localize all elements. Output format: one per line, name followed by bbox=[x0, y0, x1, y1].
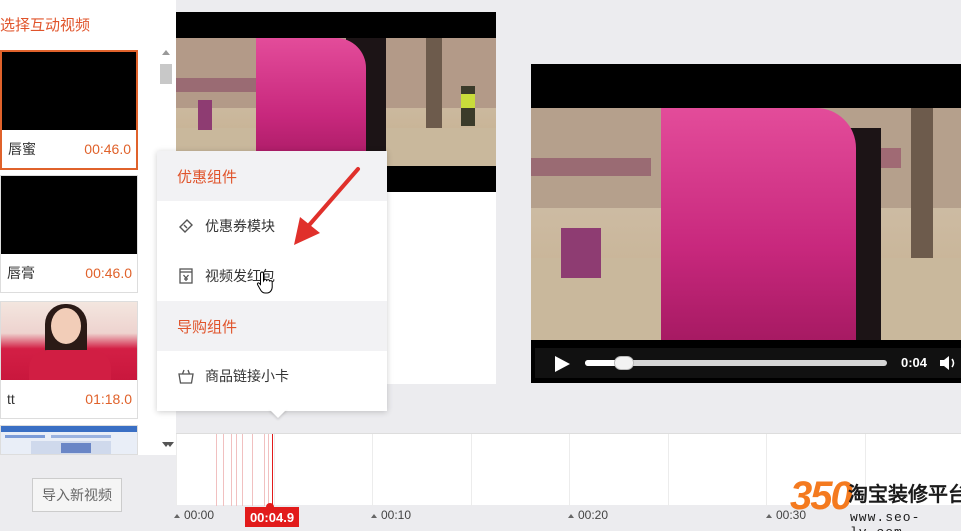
red-packet-icon bbox=[177, 267, 195, 285]
timeline-collapse-icon[interactable] bbox=[166, 442, 174, 447]
video-name: tt bbox=[7, 391, 15, 407]
play-icon[interactable] bbox=[555, 356, 570, 372]
import-video-button[interactable]: 导入新视频 bbox=[32, 478, 122, 512]
clip-frame bbox=[176, 38, 496, 166]
hand-cursor-icon bbox=[256, 271, 273, 294]
timeline-playhead[interactable] bbox=[272, 434, 273, 514]
screenshot-thumb bbox=[1, 426, 137, 454]
coupon-module-label: 优惠券模块 bbox=[205, 218, 275, 234]
progress-bar[interactable] bbox=[585, 356, 887, 370]
preview-frame bbox=[531, 108, 961, 340]
section-shopping-guide: 导购组件 bbox=[157, 301, 387, 351]
ruler-label: 00:20 bbox=[568, 508, 608, 522]
watermark-url: www.seo-lv.com bbox=[850, 510, 921, 531]
video-duration: 00:46.0 bbox=[85, 265, 132, 281]
current-time-badge: 00:04.9 bbox=[245, 507, 299, 527]
product-link-card-item[interactable]: 商品链接小卡 bbox=[157, 351, 387, 401]
player-time: 0:04 bbox=[901, 355, 928, 370]
watermark-number: 350 bbox=[790, 474, 853, 518]
player-controls: 0:04 bbox=[535, 348, 961, 378]
video-duration: 00:46.0 bbox=[84, 141, 131, 157]
video-item-selected[interactable]: 唇蜜 00:46.0 bbox=[0, 50, 138, 170]
ticket-icon bbox=[177, 217, 195, 235]
video-duration: 01:18.0 bbox=[85, 391, 132, 407]
volume-icon[interactable] bbox=[939, 355, 961, 371]
video-list-panel: 选择互动视频 唇蜜 00:46.0 唇膏 00:46.0 tt 01:18.0 bbox=[0, 0, 176, 455]
video-item[interactable]: 唇膏 00:46.0 bbox=[0, 175, 138, 293]
scroll-up-arrow-icon[interactable] bbox=[162, 50, 170, 55]
video-preview-player[interactable]: 0:04 bbox=[531, 64, 961, 383]
video-thumbnail bbox=[1, 302, 137, 380]
ruler-label: 00:00 bbox=[174, 508, 214, 522]
ruler-label: 00:10 bbox=[371, 508, 411, 522]
shopping-bag-icon bbox=[177, 367, 195, 385]
video-item[interactable] bbox=[0, 425, 138, 455]
watermark-logo: 350 淘宝装修平台 www.seo-lv.com bbox=[790, 472, 961, 531]
popup-pointer bbox=[269, 409, 287, 418]
video-thumbnail bbox=[1, 426, 137, 454]
watermark-brand: 淘宝装修平台 bbox=[848, 484, 961, 506]
scroll-thumb[interactable] bbox=[160, 64, 172, 84]
video-thumbnail bbox=[2, 52, 136, 130]
video-item[interactable]: tt 01:18.0 bbox=[0, 301, 138, 419]
annotation-arrow-icon bbox=[294, 167, 360, 245]
video-thumbnail bbox=[1, 176, 137, 254]
video-name: 唇膏 bbox=[7, 265, 35, 281]
video-name: 唇蜜 bbox=[8, 141, 36, 157]
product-link-card-label: 商品链接小卡 bbox=[205, 368, 289, 384]
progress-knob[interactable] bbox=[614, 356, 635, 370]
panel-title: 选择互动视频 bbox=[0, 17, 91, 34]
